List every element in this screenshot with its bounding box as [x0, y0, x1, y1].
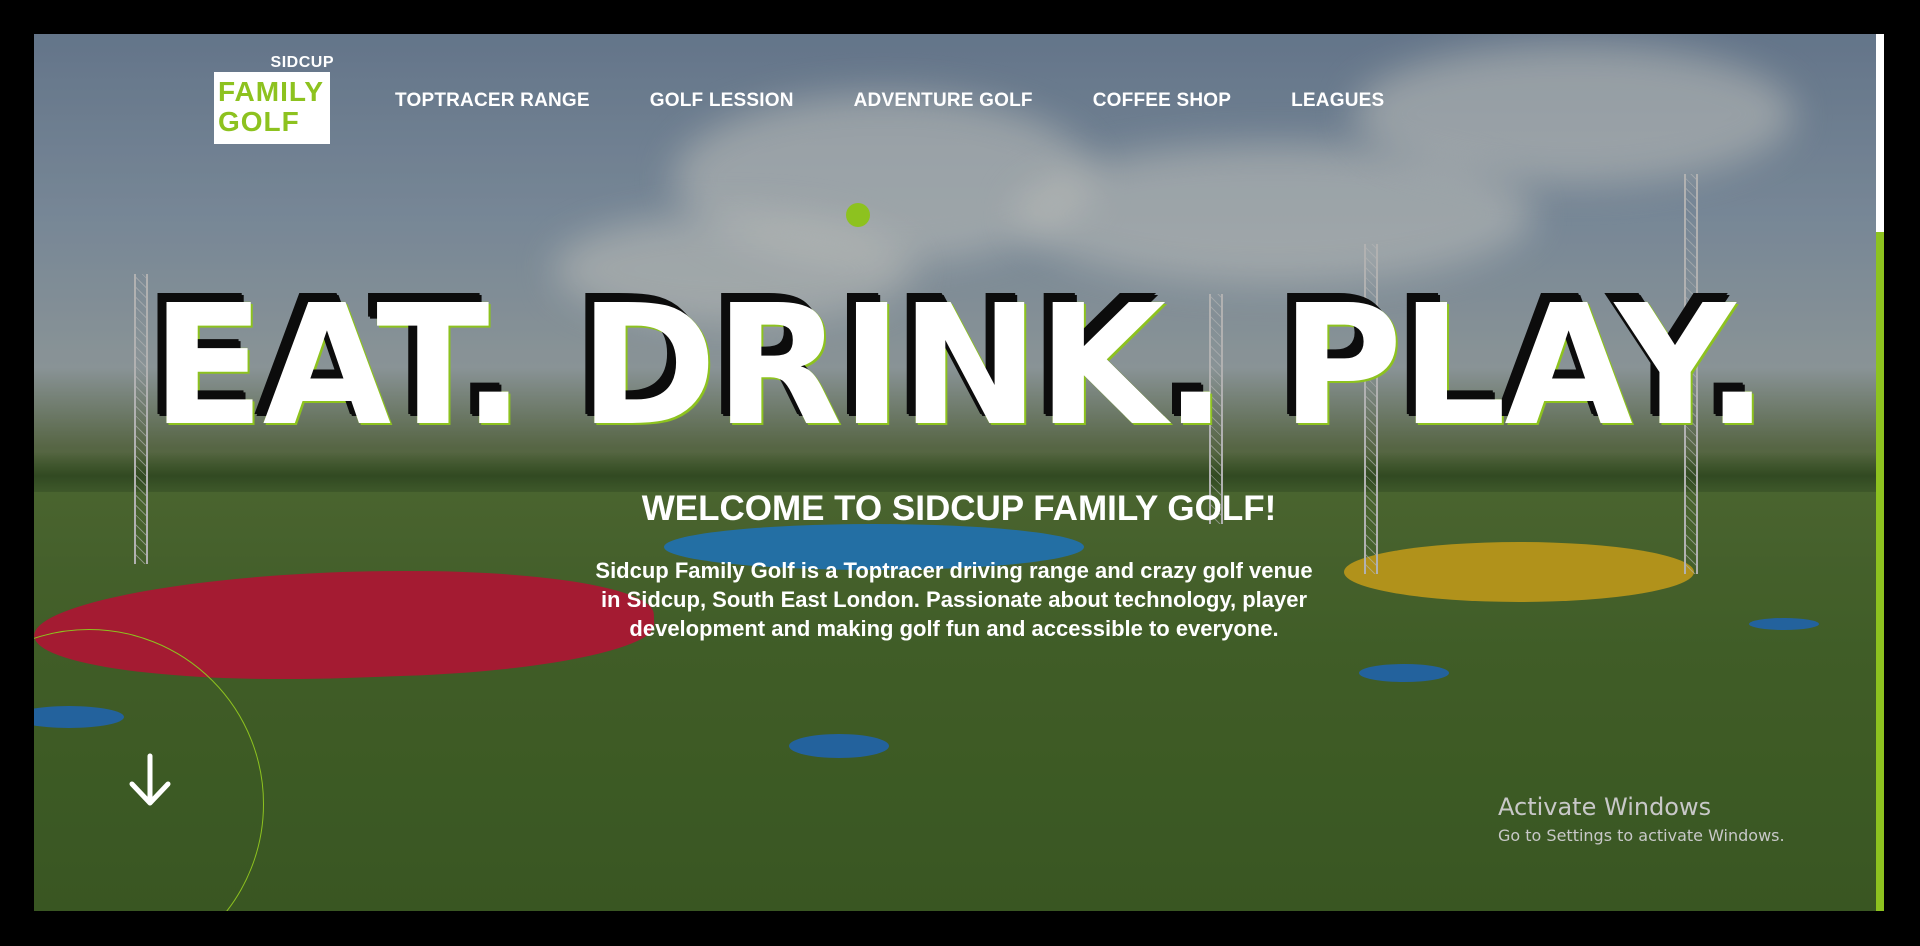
overlay-shade	[34, 34, 1884, 911]
site-logo[interactable]: SIDCUP FAMILY GOLF	[214, 54, 334, 149]
activate-windows-title: Activate Windows	[1498, 793, 1712, 821]
hero-section: SIDCUP FAMILY GOLF TOPTRACER RANGE GOLF …	[34, 34, 1884, 911]
scrollbar-thumb[interactable]	[1876, 34, 1884, 232]
logo-box: FAMILY GOLF	[214, 72, 330, 144]
activate-windows-subtitle: Go to Settings to activate Windows.	[1498, 826, 1785, 845]
nav-item-toptracer-range[interactable]: TOPTRACER RANGE	[395, 90, 590, 112]
hero-description: Sidcup Family Golf is a Toptracer drivin…	[595, 558, 1313, 641]
nav-item-leagues[interactable]: LEAGUES	[1291, 90, 1384, 112]
logo-line-1: FAMILY	[218, 76, 325, 107]
nav-item-golf-lession[interactable]: GOLF LESSION	[650, 90, 794, 112]
logo-line-2: GOLF	[218, 106, 300, 137]
welcome-heading: WELCOME TO SIDCUP FAMILY GOLF!	[641, 489, 1277, 528]
hero-headline: EAT. DRINK. PLAY.	[151, 270, 1768, 463]
logo-top-text: SIDCUP	[270, 54, 334, 71]
nav-item-coffee-shop[interactable]: COFFEE SHOP	[1093, 90, 1231, 112]
cursor-dot	[846, 203, 870, 227]
main-nav: TOPTRACER RANGE GOLF LESSION ADVENTURE G…	[395, 90, 1444, 112]
arrow-down-icon[interactable]	[126, 752, 174, 808]
nav-item-adventure-golf[interactable]: ADVENTURE GOLF	[854, 90, 1033, 112]
